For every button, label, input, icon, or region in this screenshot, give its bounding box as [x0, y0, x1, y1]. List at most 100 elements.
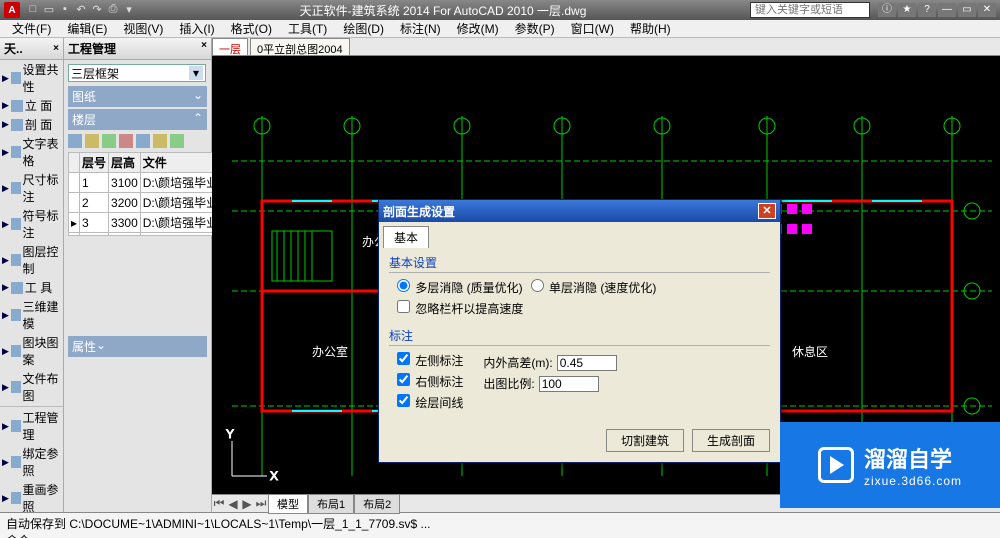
tangent-tool-panel: 天..× ▶设置共性▶立 面▶剖 面▶文字表格▶尺寸标注▶符号标注▶图层控制▶工… — [0, 38, 64, 512]
tool-item[interactable]: ▶文字表格 — [0, 134, 63, 170]
cmd-history: 自动保存到 C:\DOCUME~1\ADMINI~1\LOCALS~1\Temp… — [6, 515, 994, 532]
check-floor-line[interactable]: 绘层间线 — [397, 392, 463, 413]
check-right-annot[interactable]: 右侧标注 — [397, 371, 463, 392]
play-icon — [818, 447, 854, 483]
info-icon[interactable]: ⓘ — [878, 3, 896, 17]
cmd-prompt: 命令: — [6, 532, 994, 538]
qat-new-icon[interactable]: □ — [26, 3, 40, 17]
quick-access-toolbar: □ ▭ ▪ ↶ ↷ ⎙ ▾ — [26, 3, 136, 17]
section-floors[interactable]: 楼层⌃ — [68, 109, 207, 130]
tool-item[interactable]: ▶绑定参照 — [0, 444, 63, 480]
layout-tab-model[interactable]: 模型 — [268, 494, 308, 514]
drawing-tab[interactable]: 一层 — [212, 38, 248, 55]
section-drawings[interactable]: 图纸⌄ — [68, 86, 207, 107]
svg-text:Y: Y — [226, 427, 234, 441]
tool-item[interactable]: ▶重画参照 — [0, 480, 63, 512]
svg-text:休息区: 休息区 — [792, 344, 828, 359]
menu-tool[interactable]: 工具(T) — [282, 20, 333, 37]
tab-nav-next-icon[interactable]: ▶ — [240, 497, 254, 511]
close-button[interactable]: ✕ — [978, 3, 996, 17]
group-basic-label: 基本设置 — [389, 254, 770, 273]
input-height[interactable] — [557, 355, 617, 371]
watermark-badge: 溜溜自学 zixue.3d66.com — [780, 422, 1000, 508]
label-height: 内外高差(m): — [483, 354, 552, 371]
floor-tool-icon[interactable] — [136, 134, 150, 148]
menu-file[interactable]: 文件(F) — [6, 20, 57, 37]
menu-format[interactable]: 格式(O) — [225, 20, 278, 37]
maximize-button[interactable]: ▭ — [958, 3, 976, 17]
section-properties[interactable]: 属性⌄ — [68, 336, 207, 357]
tool-item[interactable]: ▶图块图案 — [0, 333, 63, 369]
left-panel-close-icon[interactable]: × — [53, 43, 59, 54]
menu-param[interactable]: 参数(P) — [509, 20, 561, 37]
cut-building-button[interactable]: 切割建筑 — [606, 429, 684, 452]
svg-text:X: X — [270, 469, 278, 483]
minimize-button[interactable]: — — [938, 3, 956, 17]
qat-redo-icon[interactable]: ↷ — [90, 3, 104, 17]
floor-tool-icon[interactable] — [119, 134, 133, 148]
floor-tool-icon[interactable] — [85, 134, 99, 148]
layout-tab[interactable]: 布局1 — [308, 494, 354, 514]
dialog-tab-basic[interactable]: 基本 — [383, 226, 429, 248]
chevron-down-icon[interactable]: ▾ — [189, 66, 203, 80]
project-panel-close-icon[interactable]: × — [201, 40, 207, 57]
help-icon[interactable]: ? — [918, 3, 936, 17]
app-logo-icon: A — [4, 2, 20, 18]
tab-nav-last-icon[interactable]: ⏭ — [254, 496, 268, 511]
check-ignore-rail[interactable]: 忽略栏杆以提高速度 — [397, 300, 523, 317]
menu-insert[interactable]: 插入(I) — [173, 20, 220, 37]
tab-nav-prev-icon[interactable]: ◀ — [226, 497, 240, 511]
radio-multi-hide[interactable]: 多层消隐 (质量优化) — [397, 279, 523, 296]
dialog-close-button[interactable]: ✕ — [758, 203, 776, 219]
project-manager-panel: 工程管理× 三层框架▾ 图纸⌄ 楼层⌃ 层号层高文件 13100D:\颜培强毕业… — [64, 38, 212, 512]
section-settings-dialog: 剖面生成设置 ✕ 基本 基本设置 多层消隐 (质量优化) 单层消隐 (速度优化)… — [378, 199, 781, 463]
generate-section-button[interactable]: 生成剖面 — [692, 429, 770, 452]
window-title: 天正软件-建筑系统 2014 For AutoCAD 2010 一层.dwg — [136, 2, 750, 19]
layout-tab[interactable]: 布局2 — [354, 494, 400, 514]
radio-single-hide[interactable]: 单层消隐 (速度优化) — [531, 279, 657, 296]
menu-modify[interactable]: 修改(M) — [451, 20, 505, 37]
drawing-tab[interactable]: 0平立剖总图2004 — [250, 38, 350, 55]
tool-item[interactable]: ▶剖 面 — [0, 115, 63, 134]
menu-help[interactable]: 帮助(H) — [624, 20, 677, 37]
title-bar: A □ ▭ ▪ ↶ ↷ ⎙ ▾ 天正软件-建筑系统 2014 For AutoC… — [0, 0, 1000, 20]
tool-item[interactable]: ▶设置共性 — [0, 60, 63, 96]
qat-undo-icon[interactable]: ↶ — [74, 3, 88, 17]
dialog-titlebar[interactable]: 剖面生成设置 ✕ — [379, 200, 780, 222]
command-line[interactable]: 自动保存到 C:\DOCUME~1\ADMINI~1\LOCALS~1\Temp… — [0, 512, 1000, 538]
floor-tool-icon[interactable] — [153, 134, 167, 148]
star-icon[interactable]: ★ — [898, 3, 916, 17]
floor-tool-icon[interactable] — [68, 134, 82, 148]
menu-edit[interactable]: 编辑(E) — [61, 20, 113, 37]
qat-print-icon[interactable]: ⎙ — [106, 3, 120, 17]
input-scale[interactable] — [539, 376, 599, 392]
menu-bar: 文件(F) 编辑(E) 视图(V) 插入(I) 格式(O) 工具(T) 绘图(D… — [0, 20, 1000, 38]
tool-item[interactable]: ▶符号标注 — [0, 206, 63, 242]
qat-more-icon[interactable]: ▾ — [122, 3, 136, 17]
tool-item[interactable]: ▶三维建模 — [0, 297, 63, 333]
svg-text:办公室: 办公室 — [312, 344, 348, 359]
menu-window[interactable]: 窗口(W) — [565, 20, 620, 37]
floor-tool-icon[interactable] — [170, 134, 184, 148]
menu-draw[interactable]: 绘图(D) — [337, 20, 390, 37]
project-combo[interactable]: 三层框架▾ — [68, 64, 206, 82]
help-search-input[interactable] — [750, 2, 870, 18]
tool-item[interactable]: ▶工程管理 — [0, 408, 63, 444]
tool-item[interactable]: ▶尺寸标注 — [0, 170, 63, 206]
menu-dim[interactable]: 标注(N) — [394, 20, 447, 37]
drawing-tabs: 一层 0平立剖总图2004 — [212, 38, 1000, 56]
tab-nav-first-icon[interactable]: ⏮ — [212, 496, 226, 511]
label-scale: 出图比例: — [483, 375, 534, 392]
tool-item[interactable]: ▶图层控制 — [0, 242, 63, 278]
check-left-annot[interactable]: 左侧标注 — [397, 350, 463, 371]
qat-open-icon[interactable]: ▭ — [42, 3, 56, 17]
tool-item[interactable]: ▶立 面 — [0, 96, 63, 115]
menu-view[interactable]: 视图(V) — [117, 20, 169, 37]
left-panel-header: 天..× — [0, 38, 63, 60]
project-panel-header: 工程管理× — [64, 38, 211, 60]
tool-item[interactable]: ▶文件布图 — [0, 369, 63, 405]
tool-item[interactable]: ▶工 具 — [0, 278, 63, 297]
group-annot-label: 标注 — [389, 327, 770, 346]
floor-tool-icon[interactable] — [102, 134, 116, 148]
qat-save-icon[interactable]: ▪ — [58, 3, 72, 17]
